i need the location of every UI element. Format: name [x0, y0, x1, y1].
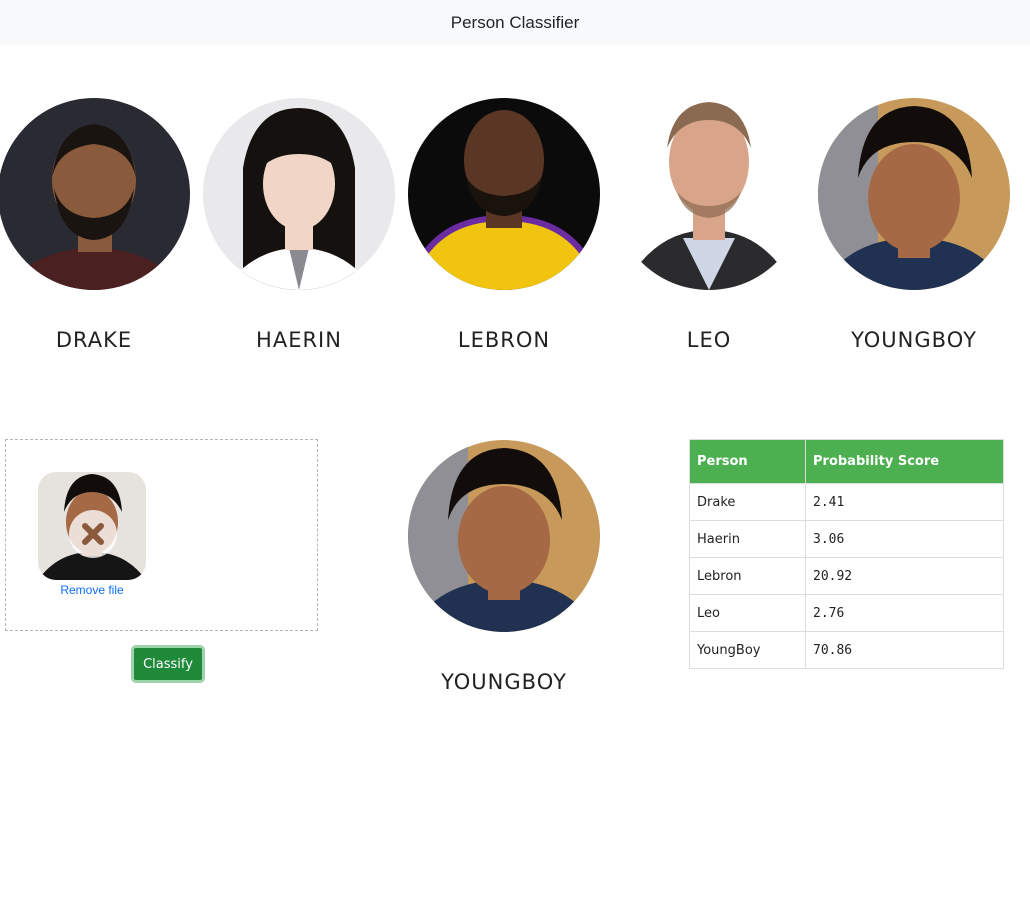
table-row: Leo 2.76 [689, 594, 1004, 632]
column-header-score: Probability Score [805, 439, 1004, 484]
person-gallery: DRAKE HAERIN LEBRON LEO YOUNGBOY [0, 98, 1030, 368]
result-photo [408, 440, 600, 632]
person-card-youngboy: YOUNGBOY [814, 98, 1014, 368]
person-photo [408, 98, 600, 290]
table-row: YoungBoy 70.86 [689, 631, 1004, 669]
person-card-drake: DRAKE [0, 98, 194, 368]
portrait-image [0, 98, 190, 290]
person-name: LEO [686, 328, 732, 352]
person-cell: Lebron [689, 557, 806, 595]
person-cell: Haerin [689, 520, 806, 558]
classify-button[interactable]: Classify [131, 645, 205, 683]
file-dropzone[interactable]: Remove file [5, 439, 318, 631]
person-photo [203, 98, 395, 290]
score-cell: 70.86 [805, 631, 1004, 669]
score-cell: 2.41 [805, 483, 1004, 521]
portrait-image [408, 440, 600, 632]
portrait-image [408, 98, 600, 290]
probability-table: Person Probability Score Drake 2.41 Haer… [689, 439, 1004, 669]
portrait-image [613, 98, 805, 290]
table-row: Drake 2.41 [689, 483, 1004, 521]
person-card-haerin: HAERIN [199, 98, 399, 368]
navbar: Person Classifier [0, 0, 1030, 45]
person-cell: Drake [689, 483, 806, 521]
table-row: Haerin 3.06 [689, 520, 1004, 558]
person-name: YOUNGBOY [851, 328, 977, 352]
person-photo [818, 98, 1010, 290]
portrait-image [203, 98, 395, 290]
person-name: LEBRON [457, 328, 551, 352]
table-row: Lebron 20.92 [689, 557, 1004, 595]
person-card-lebron: LEBRON [404, 98, 604, 368]
portrait-image [818, 98, 1010, 290]
close-icon [82, 523, 104, 545]
remove-file-link[interactable]: Remove file [38, 583, 146, 597]
score-cell: 20.92 [805, 557, 1004, 595]
result-name: YOUNGBOY [441, 670, 567, 694]
person-name: HAERIN [256, 328, 342, 352]
result-card: YOUNGBOY [404, 440, 604, 700]
person-name: DRAKE [55, 328, 133, 352]
score-cell: 2.76 [805, 594, 1004, 632]
remove-file-button[interactable] [69, 510, 117, 558]
person-cell: Leo [689, 594, 806, 632]
person-card-leo: LEO [609, 98, 809, 368]
person-photo [613, 98, 805, 290]
column-header-person: Person [689, 439, 806, 484]
person-photo [0, 98, 190, 290]
table-header-row: Person Probability Score [689, 439, 1004, 484]
person-cell: YoungBoy [689, 631, 806, 669]
page-title: Person Classifier [450, 12, 580, 32]
score-cell: 3.06 [805, 520, 1004, 558]
